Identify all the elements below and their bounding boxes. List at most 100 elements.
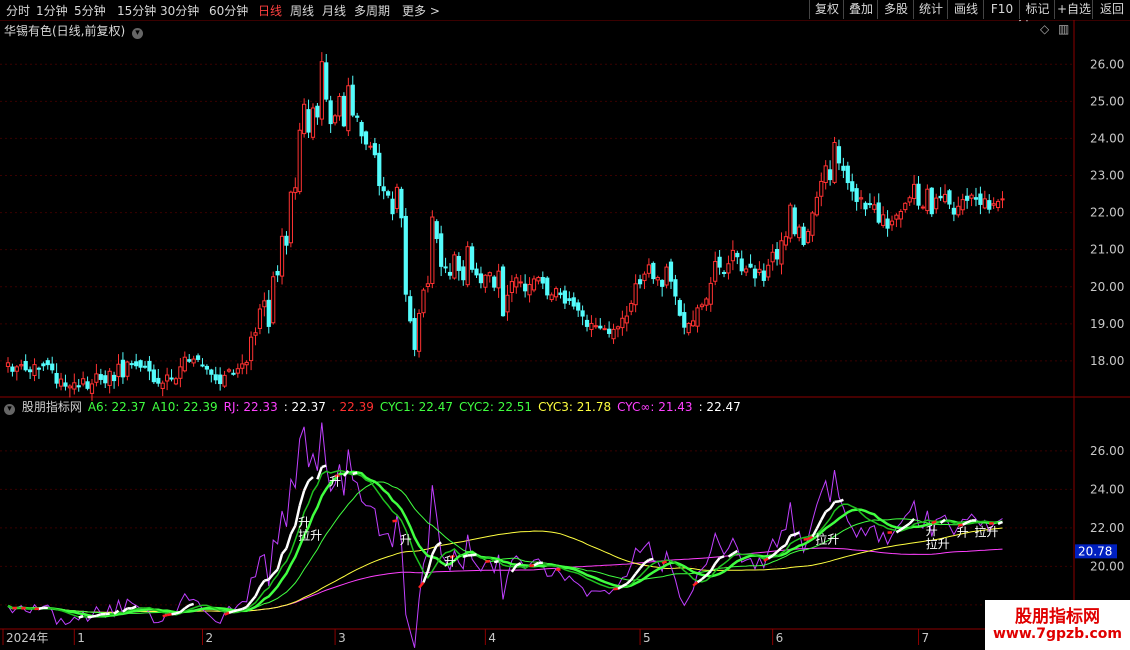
candle-body [797,226,802,239]
legend-item-7: CYC2: 22.51 [458,400,533,414]
main-y-tick: 22.00 [1090,206,1124,220]
candle-body [973,197,979,200]
candle-body [76,385,81,388]
candle-body [677,300,682,316]
toolbar-button-1[interactable]: 叠加 [843,0,878,19]
candle-body [867,203,872,206]
toolbar-button-8[interactable]: 返回 [1092,0,1130,19]
period-tab-10[interactable]: 更多 > [402,2,440,19]
candle-body [487,272,492,277]
period-tab-0[interactable]: 分时 [6,2,30,19]
trend-segment [78,615,84,619]
candle-body [5,362,11,367]
candle-body [315,105,320,118]
candle-body [903,202,908,211]
candle-body [514,277,519,288]
candle-body [580,310,585,317]
trend-segment [904,522,911,528]
candle-body [271,276,276,324]
trend-segment [471,553,477,557]
panel-layout-icon[interactable]: ▥ [1058,22,1069,36]
toolbar-button-5[interactable]: F10 [983,0,1020,19]
toolbar-button-4[interactable]: 画线 [947,0,984,19]
trend-segment [824,507,831,513]
period-tab-5[interactable]: 60分钟 [209,2,248,19]
diamond-icon[interactable]: ◇ [1040,22,1049,36]
trend-segment [462,554,469,558]
candle-body [430,216,435,284]
trend-segment [794,531,800,536]
candle-body [602,328,607,331]
period-toolbar: 分时 1分钟 5分钟 15分钟 30分钟 60分钟 日线 周线 月线 多周期 更多 > 复权 叠加 多股统… [0,0,1130,21]
toolbar-button-7[interactable]: +自选 [1054,0,1093,19]
candle-body [947,190,952,205]
candle-body [770,251,775,263]
candle-body [244,361,249,366]
candle-body [969,194,974,199]
candle-body [293,187,298,194]
candle-body [558,292,563,296]
candle-body [686,322,691,334]
candle-body [58,378,64,387]
trend-segment [418,581,425,589]
main-y-tick: 21.00 [1090,243,1124,257]
candle-body [965,195,970,201]
candle-body [28,369,33,373]
toolbar-button-3[interactable]: 统计 [913,0,948,19]
candle-body [942,193,948,203]
candle-body [916,183,921,206]
candle-body [474,268,479,276]
date-label: 2024年 [6,631,49,645]
candle-body [195,355,201,360]
trend-segment [171,612,177,616]
candle-body [814,196,819,216]
candle-body [125,361,130,377]
a10-line [7,470,1003,618]
candle-body [447,271,453,276]
candle-body [898,210,903,220]
period-tab-7[interactable]: 周线 [290,2,314,19]
period-tab-8[interactable]: 月线 [322,2,346,19]
trend-segment [321,464,327,469]
period-tab-3[interactable]: 15分钟 [117,2,156,19]
period-tab-9[interactable]: 多周期 [354,2,390,19]
candle-body [721,271,727,274]
period-tab-6[interactable]: 日线 [258,2,282,19]
toolbar-button-2[interactable]: 多股 [877,0,914,19]
period-tab-1[interactable]: 1分钟 [36,2,68,19]
candle-body [505,294,510,313]
candle-body [850,181,855,192]
candle-body [691,320,696,327]
chevron-down-icon[interactable]: ▾ [132,28,144,39]
trend-segment [815,519,823,530]
candle-body [646,264,651,274]
period-tab-2[interactable]: 5分钟 [74,2,106,19]
candle-body [576,302,581,311]
candle-body [500,266,506,317]
trend-segment [175,610,181,615]
candle-body [509,281,514,293]
indicator-y-tick: 24.00 [1090,482,1124,496]
candle-body [266,299,271,327]
trend-segment [264,578,270,582]
trend-segment [91,614,97,618]
candle-body [704,298,709,306]
stock-title: 华锡有色(日线,前复权) [4,24,126,38]
candle-body [324,62,329,100]
candle-body [611,328,616,340]
candle-body [319,61,324,120]
candle-body [14,366,19,372]
candle-body [120,359,126,378]
rj-line [7,422,1003,648]
a6-line [7,469,1003,619]
candle-body [302,103,307,135]
candle-body [637,279,643,285]
toolbar-button-6[interactable]: 标记 [1019,0,1055,19]
candle-body [920,206,926,209]
kline-chart[interactable]: 26.00 25.00 24.00 23.00 22.00 21.00 20.00 19.00… [0,20,1130,650]
candle-body [553,288,559,298]
period-tab-4[interactable]: 30分钟 [160,2,199,19]
toolbar-button-0[interactable]: 复权 [809,0,844,19]
trend-segment [939,518,946,524]
chevron-down-icon[interactable]: ▾ [4,404,15,415]
